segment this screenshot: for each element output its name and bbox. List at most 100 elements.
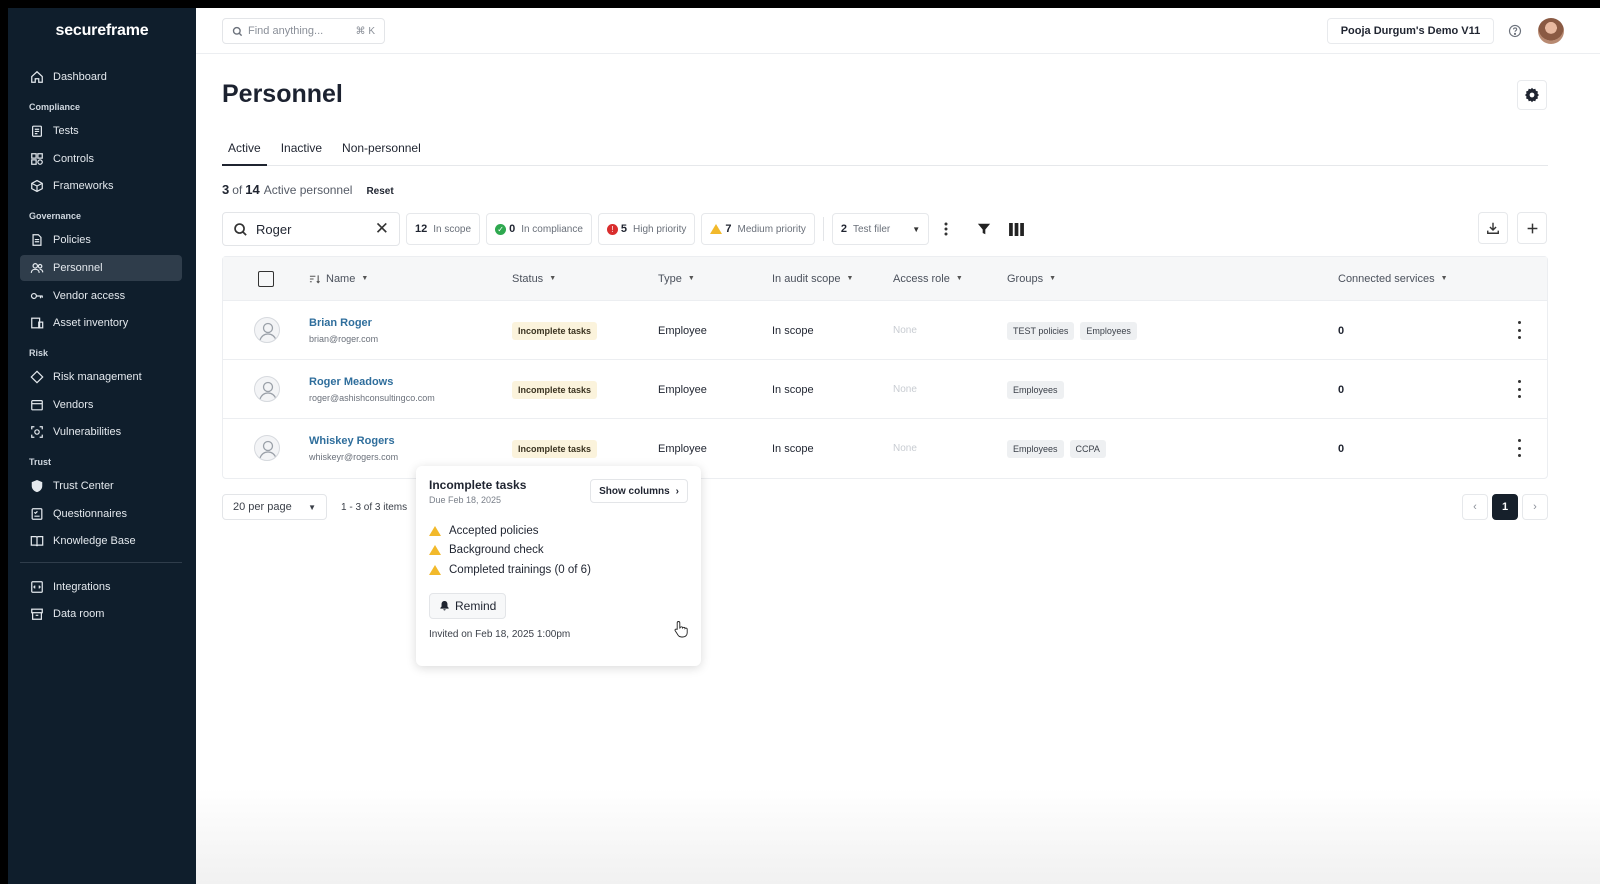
caret-down-icon: ▼ (1440, 275, 1448, 282)
row-actions-kebab-icon[interactable] (1513, 321, 1525, 339)
table-header: Name ▼ Status ▼ Type ▼ In audit scope ▼ Acce… (223, 257, 1547, 301)
sidebar-item-vendors[interactable]: Vendors (20, 392, 182, 418)
bell-icon (440, 601, 449, 611)
status-cell: Incomplete tasks (512, 301, 598, 360)
sidebar-item-questionnaires[interactable]: Questionnaires (20, 501, 182, 527)
sidebar-item-risk-management[interactable]: Risk management (20, 364, 182, 390)
person-name-link[interactable]: Roger Meadows (309, 376, 393, 388)
chip-count: 7 (725, 223, 732, 235)
sidebar-item-policies[interactable]: Policies (20, 227, 182, 253)
pagination-range: 1 - 3 of 3 items (341, 501, 408, 513)
sidebar-item-frameworks[interactable]: Frameworks (20, 173, 182, 199)
column-header-name[interactable]: Name ▼ (309, 273, 368, 285)
incomplete-tasks-popover: Incomplete tasks Due Feb 18, 2025 Show c… (416, 466, 701, 666)
sidebar: secureframe Dashboard Compliance Tests C… (8, 8, 196, 884)
row-actions-kebab-icon[interactable] (1513, 439, 1525, 457)
sidebar-item-vulnerabilities[interactable]: Vulnerabilities (20, 419, 182, 445)
caret-down-icon: ▼ (1049, 275, 1057, 282)
scope-cell: In scope (772, 324, 814, 337)
sidebar-item-vendor-access[interactable]: Vendor access (20, 283, 182, 309)
chip-count: 2 (840, 223, 847, 235)
sidebar-item-knowledge-base[interactable]: Knowledge Base (20, 528, 182, 554)
status-badge[interactable]: Incomplete tasks (512, 321, 598, 340)
remind-button[interactable]: Remind (429, 592, 507, 619)
chip-count: 12 (415, 223, 428, 235)
column-header-status[interactable]: Status ▼ (512, 273, 556, 285)
count-label: Active personnel (263, 183, 353, 197)
settings-button[interactable] (1517, 80, 1547, 110)
next-page-button[interactable]: › (1522, 494, 1548, 520)
sidebar-item-data-room[interactable]: Data room (20, 601, 182, 627)
person-email: roger@ashishconsultingco.com (309, 393, 435, 403)
column-header-audit-scope[interactable]: In audit scope ▼ (772, 273, 853, 285)
filter-button[interactable] (969, 213, 999, 245)
column-header-type[interactable]: Type ▼ (658, 273, 695, 285)
person-email: brian@roger.com (309, 334, 379, 344)
more-filters-button[interactable] (931, 213, 961, 245)
column-label: In audit scope (772, 272, 841, 285)
filter-in-compliance[interactable]: ✓ 0 In compliance (486, 213, 592, 245)
warning-icon (429, 564, 441, 575)
status-badge[interactable]: Incomplete tasks (512, 439, 598, 458)
sidebar-item-dashboard[interactable]: Dashboard (20, 64, 182, 90)
show-columns-button[interactable]: Show columns › (590, 479, 688, 503)
scope-cell: In scope (772, 383, 814, 396)
tab-non-personnel[interactable]: Non-personnel (336, 132, 427, 166)
sidebar-item-trust-center[interactable]: Trust Center (20, 473, 182, 499)
filter-saved-test[interactable]: 2 Test filer ▼ (831, 213, 930, 245)
access-role-cell: None (893, 325, 917, 336)
tab-active[interactable]: Active (222, 132, 267, 166)
global-search-input[interactable]: Find anything... ⌘ K (222, 18, 385, 44)
sidebar-item-controls[interactable]: Controls (20, 146, 182, 172)
page-title: Personnel (222, 80, 343, 108)
column-header-access-role[interactable]: Access role ▼ (893, 273, 963, 285)
download-button[interactable] (1478, 212, 1508, 244)
page-1-button[interactable]: 1 (1492, 494, 1518, 520)
reset-button[interactable]: Reset (366, 186, 393, 197)
group-badge: Employees (1007, 439, 1064, 458)
columns-button[interactable] (1001, 213, 1031, 245)
clear-search-icon[interactable]: ✕ (375, 219, 389, 239)
person-name-link[interactable]: Brian Roger (309, 317, 372, 329)
personnel-table: Name ▼ Status ▼ Type ▼ In audit scope ▼ Acce… (222, 256, 1548, 479)
groups-cell: Employees (1007, 360, 1070, 419)
table-row[interactable]: Brian Roger brian@roger.com Incomplete t… (223, 301, 1547, 360)
per-page-select[interactable]: 20 per page ▼ (222, 494, 327, 520)
filter-in-scope[interactable]: 12 In scope (406, 213, 481, 245)
personnel-search-input[interactable]: Roger ✕ (222, 212, 400, 246)
filter-high-priority[interactable]: ! 5 High priority (597, 213, 696, 245)
table-row[interactable]: Roger Meadows roger@ashishconsultingco.c… (223, 360, 1547, 419)
group-badge: Employees (1080, 321, 1137, 340)
select-all-checkbox[interactable] (258, 270, 274, 287)
sidebar-item-integrations[interactable]: Integrations (20, 574, 182, 600)
status-badge[interactable]: Incomplete tasks (512, 380, 598, 399)
column-label: Groups (1007, 272, 1044, 285)
task-label: Background check (449, 544, 544, 557)
prev-page-button[interactable]: ‹ (1462, 494, 1488, 520)
hand-cursor-icon (674, 621, 688, 638)
user-avatar[interactable] (1538, 18, 1564, 44)
org-switcher[interactable]: Pooja Durgum's Demo V11 (1327, 18, 1494, 44)
tab-inactive[interactable]: Inactive (275, 132, 328, 166)
sidebar-item-tests[interactable]: Tests (20, 118, 182, 144)
sidebar-item-personnel[interactable]: Personnel (20, 255, 182, 281)
sidebar-item-label: Vendor access (53, 290, 126, 302)
pagination-controls: ‹ 1 › (1458, 494, 1548, 520)
add-personnel-button[interactable] (1517, 212, 1547, 244)
person-name-link[interactable]: Whiskey Rogers (309, 435, 395, 447)
sidebar-item-asset-inventory[interactable]: Asset inventory (20, 310, 182, 336)
chevron-down-icon[interactable]: ▼ (912, 225, 920, 234)
help-icon[interactable] (1508, 24, 1522, 38)
key-icon (30, 292, 43, 300)
sidebar-item-label: Policies (53, 234, 91, 246)
gear-icon (1525, 87, 1539, 103)
sidebar-item-label: Personnel (53, 262, 103, 274)
show-columns-label: Show columns (599, 485, 670, 497)
row-actions-kebab-icon[interactable] (1513, 380, 1525, 398)
column-header-connected-services[interactable]: Connected services ▼ (1338, 273, 1448, 285)
sidebar-item-label: Integrations (53, 581, 111, 593)
sidebar-item-label: Data room (53, 608, 105, 620)
filter-medium-priority[interactable]: 7 Medium priority (701, 213, 815, 245)
column-header-groups[interactable]: Groups ▼ (1007, 273, 1056, 285)
diamond-icon (30, 370, 44, 384)
